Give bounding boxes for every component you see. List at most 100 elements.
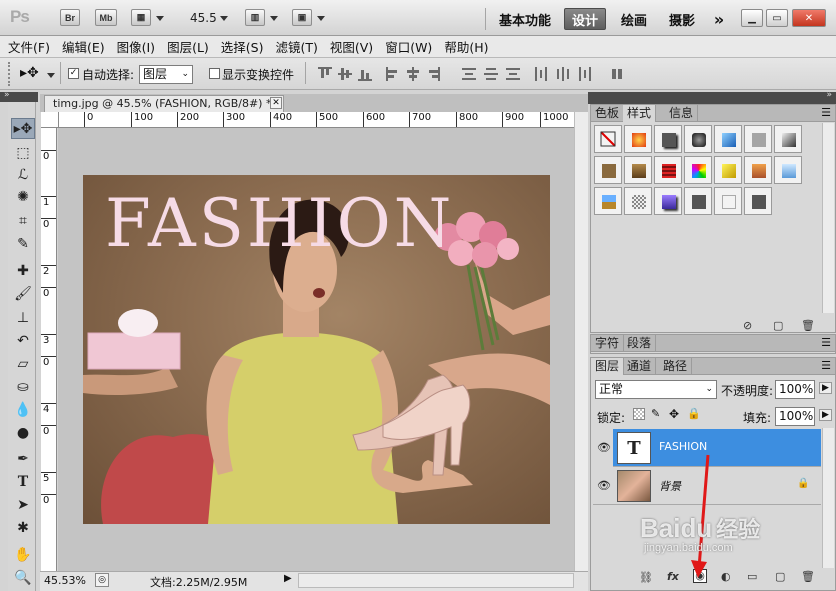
align-vertical-center-icon[interactable]: [338, 67, 352, 81]
style-swatch[interactable]: [624, 187, 652, 215]
lock-position-icon[interactable]: ✥: [669, 407, 679, 421]
style-swatch[interactable]: [654, 187, 682, 215]
adjustment-layer-icon[interactable]: ◐: [721, 570, 731, 583]
view-extras-button[interactable]: ▦: [131, 9, 151, 26]
arrange-chevron-icon[interactable]: [270, 16, 278, 21]
style-swatch[interactable]: [594, 187, 622, 215]
distribute-vertical-center-icon[interactable]: [484, 67, 498, 81]
hand-tool-icon[interactable]: ✋: [11, 544, 35, 565]
auto-select-dropdown[interactable]: 图层 ⌄: [139, 65, 193, 84]
opacity-input[interactable]: 100%: [775, 380, 815, 399]
status-options-icon[interactable]: ◎: [95, 573, 109, 587]
style-swatch-none[interactable]: [594, 125, 622, 153]
arrange-documents-button[interactable]: ▥: [245, 9, 265, 26]
workspace-design[interactable]: 设计: [564, 8, 606, 30]
workspace-painting[interactable]: 绘画: [614, 8, 654, 30]
custom-shape-tool-icon[interactable]: ✱: [11, 517, 35, 538]
align-left-icon[interactable]: [386, 67, 400, 81]
paint-bucket-tool-icon[interactable]: ⛀: [11, 376, 35, 397]
options-grip[interactable]: [8, 62, 10, 86]
screen-mode-button[interactable]: ▣: [292, 9, 312, 26]
close-icon[interactable]: ✕: [792, 9, 826, 27]
eye-icon[interactable]: 👁: [593, 429, 613, 467]
right-dock-header[interactable]: »: [588, 90, 836, 104]
style-swatch[interactable]: [744, 187, 772, 215]
tab-paragraph[interactable]: 段落: [623, 335, 657, 352]
minimize-icon[interactable]: ▁: [741, 9, 763, 27]
align-top-icon[interactable]: [318, 67, 332, 81]
menu-filter[interactable]: 滤镜(T): [275, 37, 317, 56]
style-swatch[interactable]: [744, 125, 772, 153]
menu-file[interactable]: 文件(F): [8, 37, 50, 56]
style-swatch[interactable]: [684, 125, 712, 153]
document-tab[interactable]: timg.jpg @ 45.5% (FASHION, RGB/8#) *: [44, 95, 284, 112]
document-close-icon[interactable]: ✕: [270, 97, 282, 109]
style-swatch[interactable]: [774, 156, 802, 184]
blend-mode-dropdown[interactable]: 正常 ⌄: [595, 380, 717, 399]
layer-name[interactable]: 背景: [659, 478, 681, 494]
fill-input[interactable]: 100%: [775, 407, 815, 426]
lock-transparency-icon[interactable]: [633, 408, 645, 420]
move-tool-preset-icon[interactable]: ▸✥: [20, 65, 39, 81]
collapse-icon[interactable]: »: [4, 90, 10, 100]
style-swatch[interactable]: [654, 125, 682, 153]
horizontal-scrollbar[interactable]: [298, 573, 574, 588]
clear-style-icon[interactable]: ⊘: [743, 319, 752, 332]
status-menu-arrow-icon[interactable]: ▶: [284, 573, 296, 587]
mini-bridge-button[interactable]: Mb: [95, 9, 117, 26]
fashion-headline-text[interactable]: FASHION: [105, 185, 454, 262]
distribute-horizontal-center-icon[interactable]: [556, 67, 570, 81]
zoom-chevron-icon[interactable]: [220, 16, 228, 21]
style-swatch[interactable]: [774, 125, 802, 153]
lock-all-icon[interactable]: 🔒: [687, 407, 701, 420]
tool-preset-chevron-icon[interactable]: [47, 73, 55, 78]
tab-info[interactable]: 信息: [665, 105, 699, 122]
layer-name[interactable]: FASHION: [659, 440, 707, 453]
workspace-photography[interactable]: 摄影: [662, 8, 702, 30]
align-right-icon[interactable]: [426, 67, 440, 81]
layer-row-background[interactable]: 👁 背景 🔒: [593, 467, 821, 505]
more-workspaces-icon[interactable]: »: [708, 8, 730, 30]
tab-layers[interactable]: 图层: [591, 358, 625, 375]
move-tool-icon[interactable]: ▸✥: [11, 118, 35, 139]
menu-view[interactable]: 视图(V): [330, 37, 373, 56]
vertical-scrollbar[interactable]: [574, 112, 588, 571]
ruler-horizontal[interactable]: 0 100 200 300 400 500 600 700 800 900 10…: [59, 112, 574, 128]
style-swatch[interactable]: [714, 187, 742, 215]
menu-help[interactable]: 帮助(H): [444, 37, 488, 56]
zoom-status[interactable]: 45.53%: [44, 574, 86, 587]
tools-panel-header[interactable]: »: [0, 90, 38, 102]
show-transform-checkbox[interactable]: [209, 68, 220, 79]
tab-styles[interactable]: 样式: [623, 105, 657, 122]
style-swatch[interactable]: [624, 125, 652, 153]
align-bottom-icon[interactable]: [358, 67, 372, 81]
align-horizontal-center-icon[interactable]: [406, 67, 420, 81]
bridge-button[interactable]: Br: [60, 9, 80, 26]
style-swatch[interactable]: [684, 187, 712, 215]
view-extras-chevron-icon[interactable]: [156, 16, 164, 21]
menu-layer[interactable]: 图层(L): [167, 37, 209, 56]
lock-paint-icon[interactable]: ✎: [651, 407, 660, 420]
ruler-vertical[interactable]: 0 1 0 2 0 3 0 4 0 5 0: [41, 128, 57, 571]
new-group-icon[interactable]: ▭: [747, 570, 757, 583]
style-swatch[interactable]: [654, 156, 682, 184]
lasso-tool-icon[interactable]: ℒ: [11, 164, 35, 185]
path-selection-tool-icon[interactable]: ➤: [11, 494, 35, 515]
healing-brush-tool-icon[interactable]: ✚: [11, 260, 35, 281]
layers-scrollbar[interactable]: [822, 428, 834, 568]
style-swatch[interactable]: [714, 125, 742, 153]
trash-icon[interactable]: 🗑: [801, 570, 815, 583]
collapse-icon[interactable]: »: [826, 90, 832, 100]
tab-paths[interactable]: 路径: [659, 358, 693, 375]
opacity-slider-arrow-icon[interactable]: ▶: [819, 382, 832, 394]
tab-channels[interactable]: 通道: [623, 358, 657, 375]
distribute-left-icon[interactable]: [534, 67, 548, 81]
style-swatch[interactable]: [714, 156, 742, 184]
panel-menu-icon[interactable]: ☰: [821, 359, 831, 372]
auto-align-layers-icon[interactable]: [610, 67, 624, 81]
eyedropper-tool-icon[interactable]: ✎: [11, 233, 35, 254]
eye-icon[interactable]: 👁: [597, 479, 611, 492]
eraser-tool-icon[interactable]: ▱: [11, 353, 35, 374]
fashion-photo[interactable]: FASHION: [83, 175, 550, 524]
screen-mode-chevron-icon[interactable]: [317, 16, 325, 21]
